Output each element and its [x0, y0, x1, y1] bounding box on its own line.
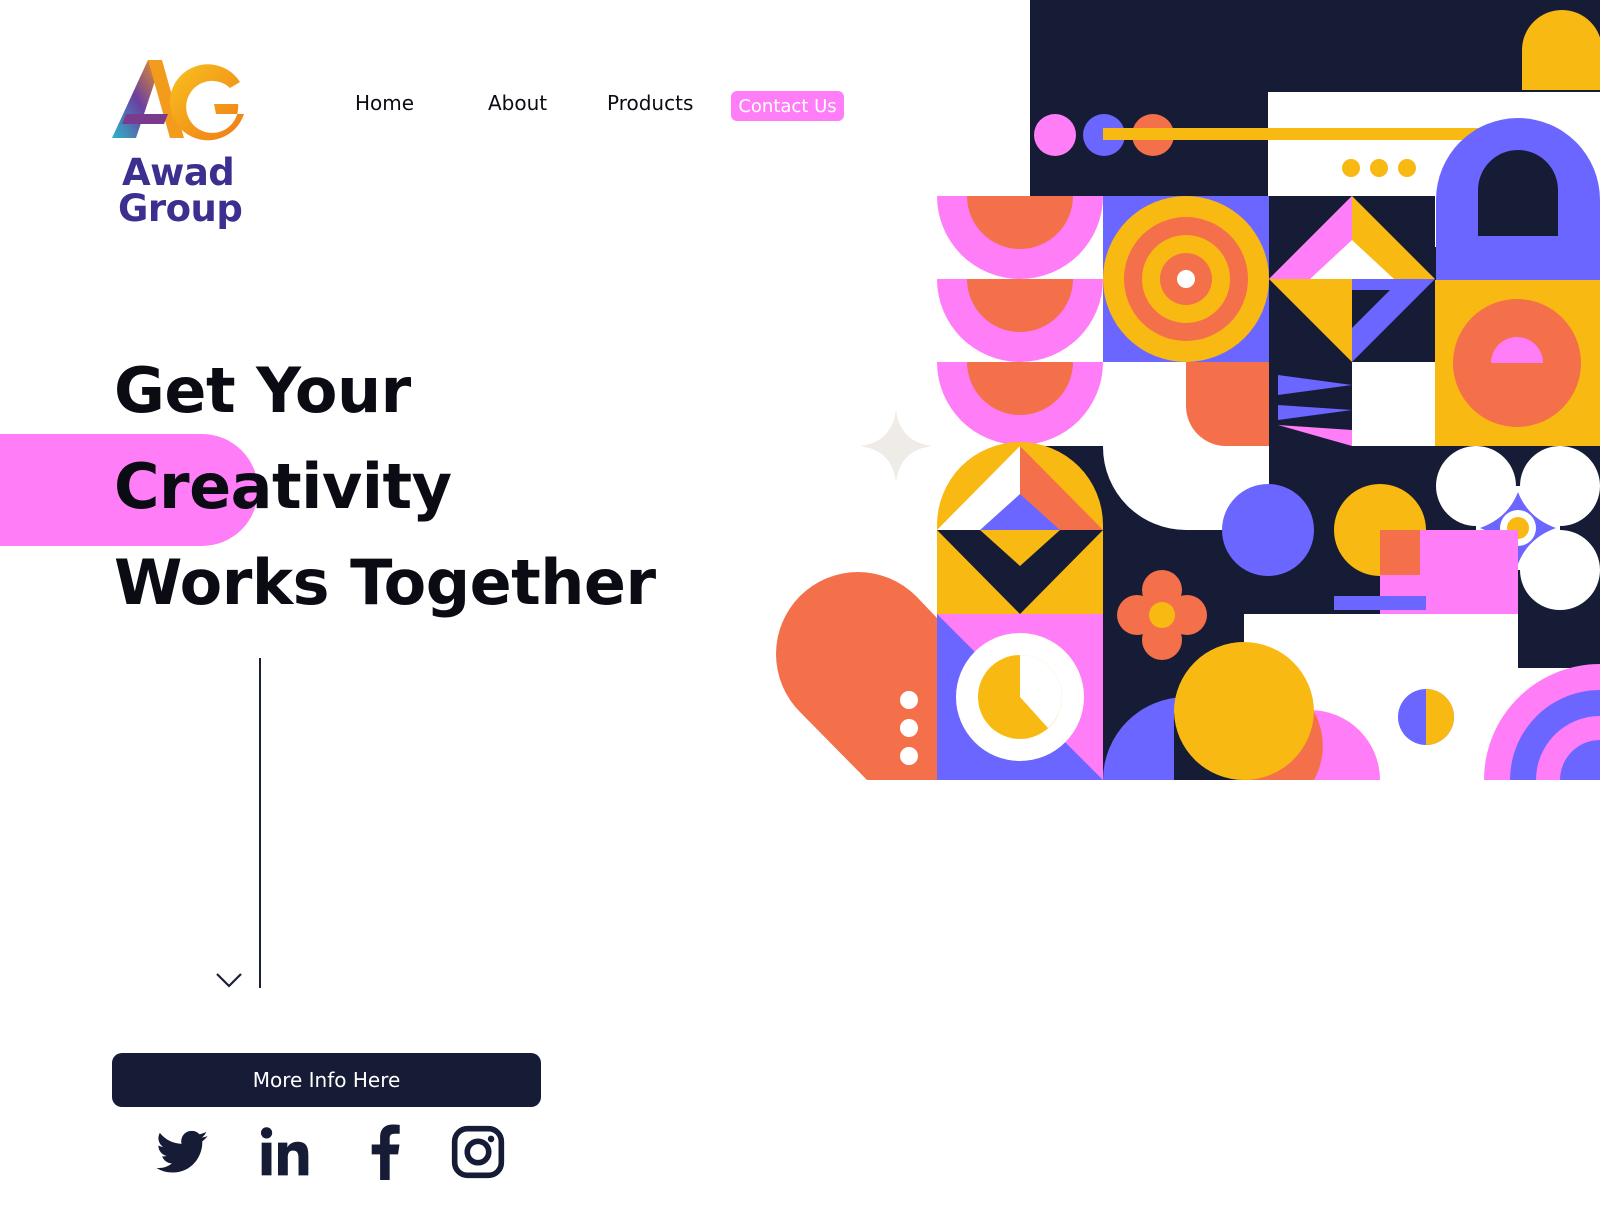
brand-logo[interactable]: Awad Group	[108, 52, 258, 242]
chevron-down-icon[interactable]	[214, 970, 244, 990]
ag-monogram-icon	[112, 60, 244, 141]
nav-about[interactable]: About	[488, 91, 547, 115]
hero-line-1: Get Your	[114, 354, 411, 427]
nav-home[interactable]: Home	[355, 91, 414, 115]
nav-products[interactable]: Products	[607, 91, 693, 115]
instagram-icon[interactable]	[450, 1124, 506, 1180]
scroll-line	[259, 658, 261, 988]
geometric-artwork	[776, 0, 1600, 780]
linkedin-icon[interactable]	[257, 1124, 313, 1180]
facebook-icon[interactable]	[357, 1124, 413, 1180]
brand-name-line2: Group	[118, 187, 243, 230]
hero-line-2: Creativity	[114, 450, 452, 523]
brand-name-line1: Awad	[122, 151, 235, 194]
twitter-icon[interactable]	[154, 1124, 210, 1180]
hero-line-3: Works Together	[114, 546, 656, 619]
more-info-button[interactable]: More Info Here	[112, 1053, 541, 1107]
